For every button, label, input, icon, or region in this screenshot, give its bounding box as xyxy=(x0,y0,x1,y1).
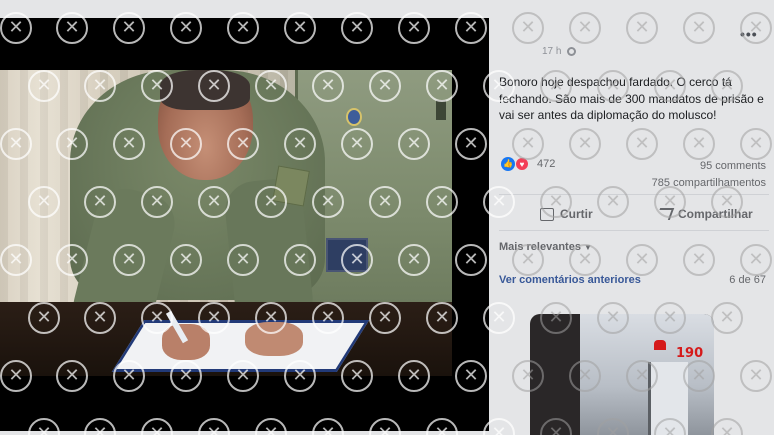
post-meta: 17 h xyxy=(542,46,577,57)
uniform-pocket xyxy=(326,238,368,272)
comment-image[interactable]: 190 xyxy=(530,314,714,435)
document-paper xyxy=(111,320,370,372)
globe-icon xyxy=(567,47,577,56)
writing-hand xyxy=(162,324,210,360)
post-photo[interactable] xyxy=(0,70,452,376)
media-viewer xyxy=(0,0,489,435)
thumbs-up-icon xyxy=(540,207,554,221)
post-text: Bonoro hoje despachou fardado. O cerco t… xyxy=(499,75,764,122)
chevron-down-icon: ▼ xyxy=(583,243,592,252)
comment-sort-dropdown[interactable]: Mais relevantes ▼ xyxy=(499,241,592,253)
comment-image-scene xyxy=(580,314,714,435)
viewer-bottom-bar xyxy=(0,431,489,435)
sleeve-patch xyxy=(272,165,310,207)
shares-count-link[interactable]: 785 compartilhamentos xyxy=(652,177,766,189)
like-reaction-icon: 👍 xyxy=(501,157,515,171)
comment-sort-label: Mais relevantes xyxy=(499,241,581,253)
comment-paging: 6 de 67 xyxy=(729,274,766,286)
comment-image-stamp: 190 xyxy=(676,346,704,361)
shoulder-patch xyxy=(436,100,446,120)
love-reaction-icon: ♥ xyxy=(515,157,529,171)
comments-count-link[interactable]: 95 comments xyxy=(700,160,766,172)
reaction-count: 472 xyxy=(537,158,556,170)
like-button-label: Curtir xyxy=(560,207,593,221)
resting-hand xyxy=(245,322,303,356)
insignia-patch xyxy=(346,108,362,126)
comment-image-wall xyxy=(648,362,688,435)
viewer-top-bar xyxy=(0,0,489,18)
reactions-summary[interactable]: 👍 ♥ 472 xyxy=(501,157,555,171)
siren-icon xyxy=(654,340,666,350)
share-arrow-icon xyxy=(655,208,675,220)
share-button-label: Compartilhar xyxy=(678,207,753,221)
signing-man-hair xyxy=(160,70,250,110)
like-button[interactable]: Curtir xyxy=(540,207,593,221)
view-previous-comments-link[interactable]: Ver comentários anteriores xyxy=(499,274,641,286)
divider xyxy=(499,194,769,195)
post-timestamp[interactable]: 17 h xyxy=(542,46,561,57)
more-options-icon[interactable]: ••• xyxy=(740,26,758,42)
share-button[interactable]: Compartilhar xyxy=(655,207,753,221)
divider xyxy=(499,230,769,231)
